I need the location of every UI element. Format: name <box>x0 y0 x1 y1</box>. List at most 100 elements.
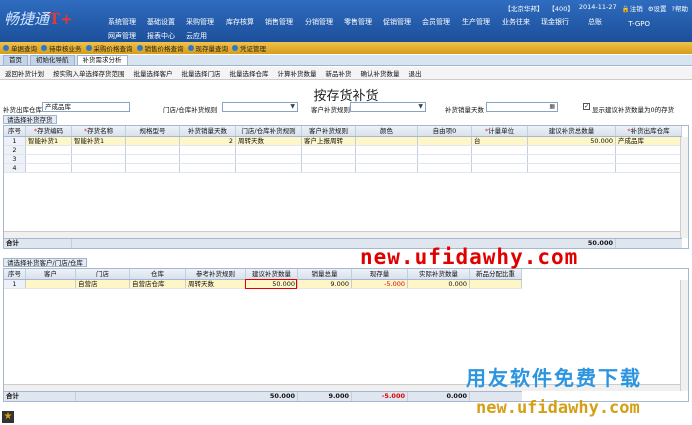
tab-item[interactable]: 补货需求分析 <box>76 55 128 65</box>
table-cell[interactable] <box>528 155 616 163</box>
help-link[interactable]: ?帮助 <box>672 3 688 13</box>
table-cell[interactable] <box>418 155 472 163</box>
tab-item[interactable]: 首页 <box>3 55 28 65</box>
menu-item[interactable]: 现金银行 <box>541 17 569 27</box>
table-cell[interactable] <box>472 146 528 154</box>
column-header[interactable]: 实际补货数量 <box>408 269 470 279</box>
menu-item[interactable]: 促销管理 <box>383 17 411 27</box>
table-cell[interactable] <box>26 280 76 288</box>
table-cell[interactable] <box>616 146 682 154</box>
menu-item[interactable]: 网声管理 <box>108 31 136 41</box>
table-cell[interactable] <box>470 280 522 288</box>
table-cell[interactable] <box>302 164 356 172</box>
menu-item[interactable]: 业务往来 <box>502 17 530 27</box>
table-cell[interactable]: 智能补货1 <box>26 137 72 145</box>
store-rule-select[interactable]: ▼ <box>222 102 298 112</box>
table-cell[interactable]: 自营店仓库 <box>130 280 186 288</box>
toolbar-button[interactable]: 新品补货 <box>326 68 352 78</box>
column-header[interactable]: 门店 <box>76 269 130 279</box>
table-cell[interactable] <box>126 155 180 163</box>
table-row[interactable]: 4 <box>4 164 682 173</box>
column-header[interactable]: *补货出库仓库 <box>616 126 682 136</box>
quick-link[interactable]: 现存量查询 <box>187 43 228 53</box>
table-cell[interactable] <box>72 155 126 163</box>
table-cell[interactable]: 智能补货1 <box>72 137 126 145</box>
table-cell[interactable] <box>418 146 472 154</box>
table-cell[interactable]: 周转天数 <box>236 137 302 145</box>
table-cell[interactable] <box>528 164 616 172</box>
table-cell[interactable]: 3 <box>4 155 26 163</box>
menu-item[interactable]: 零售管理 <box>344 17 372 27</box>
table-cell[interactable] <box>180 155 236 163</box>
table-cell[interactable] <box>616 155 682 163</box>
column-header[interactable]: 销量总量 <box>298 269 352 279</box>
column-header[interactable]: 仓库 <box>130 269 186 279</box>
table-cell[interactable] <box>356 137 418 145</box>
menu-item[interactable]: 基础设置 <box>147 17 175 27</box>
menu-item[interactable]: 销售管理 <box>265 17 293 27</box>
table-cell[interactable] <box>302 155 356 163</box>
column-header[interactable]: 颜色 <box>356 126 418 136</box>
menu-item[interactable]: 库存核算 <box>226 17 254 27</box>
table-cell[interactable] <box>26 164 72 172</box>
column-header[interactable]: 规格型号 <box>126 126 180 136</box>
table-cell[interactable]: 9.000 <box>298 280 352 288</box>
table-cell[interactable]: -5.000 <box>352 280 408 288</box>
column-header[interactable]: 序号 <box>4 126 26 136</box>
toolbar-button[interactable]: 返回补货计划 <box>5 68 44 78</box>
show-zero-checkbox[interactable]: ✓ <box>583 103 590 110</box>
table-row[interactable]: 1 智能补货1 智能补货1 2 周转天数 客户上报周转台 50.000 产成品库 <box>4 137 682 146</box>
menu-item[interactable]: 会员管理 <box>422 17 450 27</box>
table-cell[interactable]: 1 <box>4 137 26 145</box>
toolbar-button[interactable]: 按实购入单选择存货范围 <box>53 68 125 78</box>
menu-item[interactable]: 系统管理 <box>108 17 136 27</box>
menu-item[interactable]: 报表中心 <box>147 31 175 41</box>
column-header[interactable]: *存货名称 <box>72 126 126 136</box>
quick-link[interactable]: 采购价格查询 <box>85 43 133 53</box>
menu-item[interactable]: 总账 <box>588 17 602 27</box>
table-cell[interactable] <box>302 146 356 154</box>
table-cell[interactable] <box>72 146 126 154</box>
sales-days-input[interactable]: ▦ <box>486 102 558 112</box>
table-cell[interactable] <box>356 146 418 154</box>
table-cell[interactable] <box>236 164 302 172</box>
vertical-scrollbar[interactable] <box>680 137 688 238</box>
column-header[interactable]: *计量单位 <box>472 126 528 136</box>
table-cell[interactable] <box>472 164 528 172</box>
table-cell[interactable]: 客户上报周转 <box>302 137 356 145</box>
tab-item[interactable]: 初始化导航 <box>30 55 75 65</box>
table-cell[interactable]: 2 <box>4 146 26 154</box>
table-cell[interactable] <box>180 164 236 172</box>
column-header[interactable]: 补货销量天数 <box>180 126 236 136</box>
toolbar-button[interactable]: 退出 <box>409 68 422 78</box>
table-cell[interactable]: 4 <box>4 164 26 172</box>
table-cell[interactable]: 0.000 <box>408 280 470 288</box>
logout-link[interactable]: 🔒注销 <box>622 3 643 13</box>
column-header[interactable]: 客户 <box>26 269 76 279</box>
table-cell[interactable]: 周转天数 <box>186 280 246 288</box>
table-cell[interactable] <box>126 137 180 145</box>
table-cell[interactable] <box>26 146 72 154</box>
column-header[interactable]: 序号 <box>4 269 26 279</box>
toolbar-button[interactable]: 批量选择客户 <box>134 68 173 78</box>
table-cell[interactable] <box>126 164 180 172</box>
table-cell[interactable] <box>528 146 616 154</box>
table-cell[interactable]: 台 <box>472 137 528 145</box>
horizontal-scrollbar[interactable] <box>4 231 680 238</box>
table-cell[interactable] <box>616 164 682 172</box>
menu-item[interactable]: 分销管理 <box>305 17 333 27</box>
star-icon[interactable]: ★ <box>2 411 14 423</box>
table-cell[interactable] <box>418 137 472 145</box>
menu-item[interactable]: 采购管理 <box>186 17 214 27</box>
quick-link[interactable]: 销售价格查询 <box>136 43 184 53</box>
table-cell[interactable]: 50.000 <box>528 137 616 145</box>
table-cell[interactable] <box>26 155 72 163</box>
toolbar-button[interactable]: 确认补货数量 <box>361 68 400 78</box>
column-header[interactable]: 客户补货规则 <box>302 126 356 136</box>
table-cell[interactable] <box>72 164 126 172</box>
table-cell[interactable]: 1 <box>4 280 26 288</box>
table-cell[interactable] <box>356 164 418 172</box>
quick-link[interactable]: 单据查询 <box>3 43 37 53</box>
quick-link[interactable]: 待审核业务 <box>41 43 82 53</box>
table-cell[interactable] <box>472 155 528 163</box>
